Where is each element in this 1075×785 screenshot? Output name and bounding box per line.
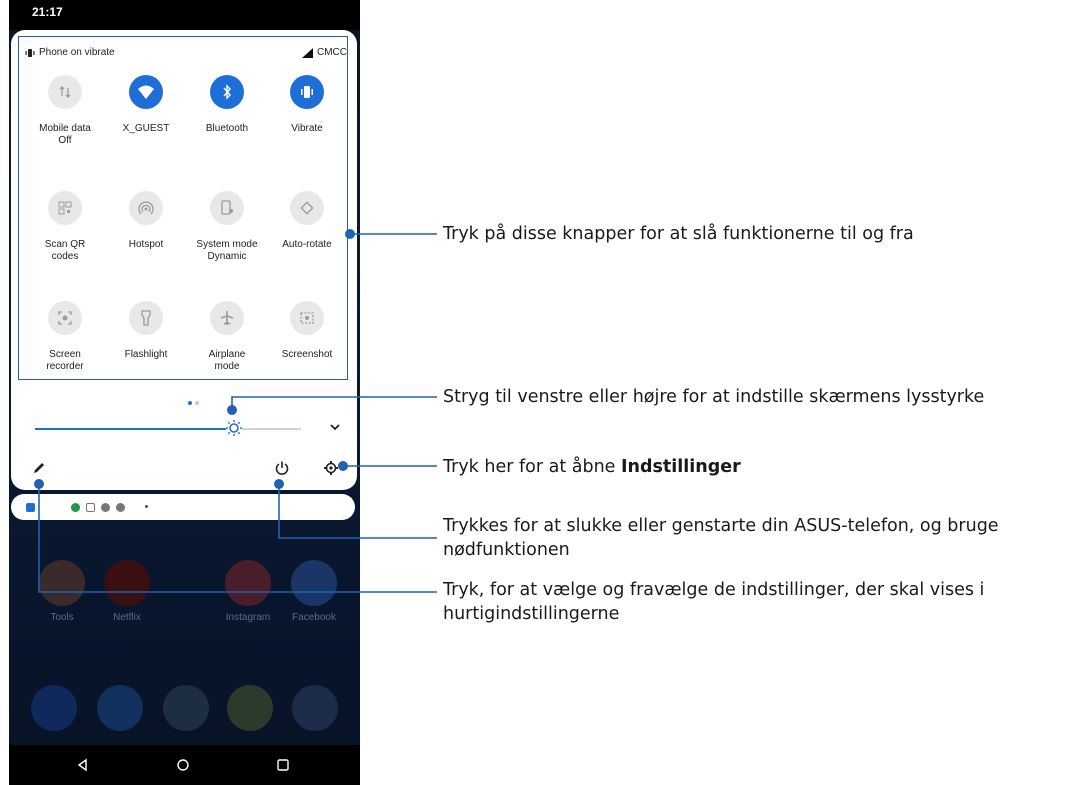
callout-toggle-text: Tryk på disse knapper for at slå funktio… [443,222,914,246]
callout-edit-text: Tryk, for at vælge og fravælge de indsti… [443,578,984,626]
brightness-callout-dot [227,405,237,415]
power-callout-dot [274,479,284,489]
settings-callout-dot [338,461,348,471]
callout-brightness-text: Stryg til venstre eller højre for at ind… [443,385,984,409]
callout-power-line1: Trykkes for at slukke eller genstarte di… [443,516,999,536]
toggle-callout-dot [345,229,355,239]
callout-settings-bold: Indstillinger [621,457,741,477]
callout-edit-line1: Tryk, for at vælge og fravælge de indsti… [443,580,985,600]
power-callout-line [278,484,437,539]
callout-brightness: Stryg til venstre eller højre for at ind… [443,387,985,407]
callout-power-line2: nødfunktionen [443,540,570,560]
callout-settings-text: Tryk her for at åbne Indstillinger [443,455,741,479]
callout-power-text: Trykkes for at slukke eller genstarte di… [443,514,999,562]
callout-settings-prefix: Tryk her for at åbne [443,457,622,477]
brightness-callout-line [231,396,437,410]
callout-edit-line2: hurtigindstillingerne [443,604,620,624]
edit-callout-dot [34,479,44,489]
callout-toggle: Tryk på disse knapper for at slå funktio… [443,224,914,244]
